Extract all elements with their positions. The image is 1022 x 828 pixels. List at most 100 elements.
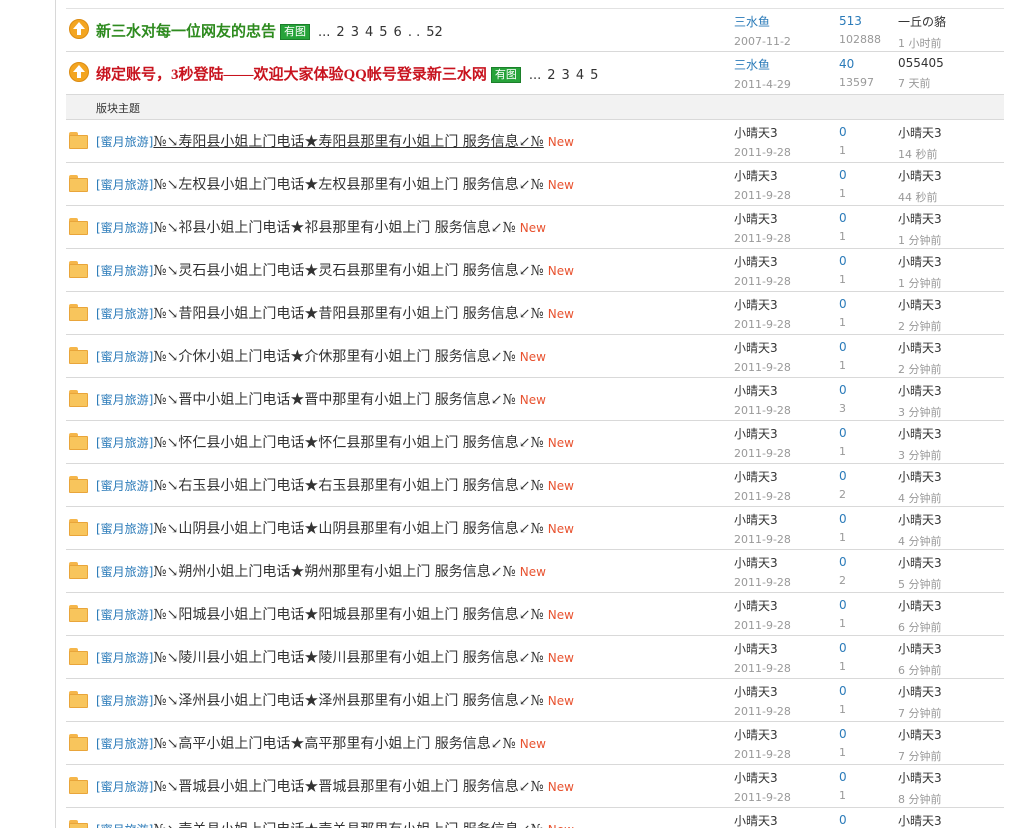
thread-title-link[interactable]: №↘灵石县小姐上门电话★灵石县那里有小姐上门 服务信息↙№ [153, 263, 543, 279]
reply-count[interactable]: 0 [839, 512, 847, 526]
author-name[interactable]: 三水鱼 [734, 15, 770, 29]
thread-category-link[interactable]: [蜜月旅游] [96, 350, 153, 364]
thread-row[interactable]: [蜜月旅游]№↘阳城县小姐上门电话★阳城县那里有小姐上门 服务信息↙№ New 小晴… [66, 593, 1004, 636]
thread-row[interactable]: [蜜月旅游]№↘昔阳县小姐上门电话★昔阳县那里有小姐上门 服务信息↙№ New 小晴… [66, 292, 1004, 335]
last-post-time[interactable]: 7 分钟前 [898, 748, 942, 764]
thread-category-link[interactable]: [蜜月旅游] [96, 694, 153, 708]
last-post-time[interactable]: 1 分钟前 [898, 232, 942, 248]
last-post-time[interactable]: 7 天前 [898, 75, 944, 91]
thread-title-link[interactable]: №↘昔阳县小姐上门电话★昔阳县那里有小姐上门 服务信息↙№ [153, 306, 543, 322]
last-post-user[interactable]: 小晴天3 [898, 556, 942, 570]
page-link[interactable]: 52 [426, 25, 443, 40]
thread-category-link[interactable]: [蜜月旅游] [96, 135, 153, 149]
page-link[interactable]: 2 [547, 68, 555, 83]
author-name[interactable]: 小晴天3 [734, 169, 778, 183]
thread-category-link[interactable]: [蜜月旅游] [96, 651, 153, 665]
author-name[interactable]: 小晴天3 [734, 599, 778, 613]
author-name[interactable]: 三水鱼 [734, 58, 770, 72]
last-post-time[interactable]: 7 分钟前 [898, 705, 942, 721]
last-post-time[interactable]: 2 分钟前 [898, 361, 942, 377]
reply-count[interactable]: 0 [839, 813, 847, 827]
last-post-user[interactable]: 小晴天3 [898, 513, 942, 527]
sticky-thread-row[interactable]: 绑定账号，3秒登陆——欢迎大家体验QQ帐号登录新三水网 有图... 2 3 4 5 三水鱼 2… [66, 52, 1004, 95]
reply-count[interactable]: 0 [839, 168, 847, 182]
page-link[interactable]: 6 [394, 25, 402, 40]
page-link[interactable]: 3 [351, 25, 359, 40]
page-link[interactable]: 3 [562, 68, 570, 83]
author-name[interactable]: 小晴天3 [734, 556, 778, 570]
author-name[interactable]: 小晴天3 [734, 341, 778, 355]
thread-row[interactable]: [蜜月旅游]№↘壶关县小姐上门电话★壶关县那里有小姐上门 服务信息↙№ New 小晴… [66, 808, 1004, 828]
last-post-time[interactable]: 4 分钟前 [898, 533, 942, 549]
last-post-time[interactable]: 44 秒前 [898, 189, 942, 205]
thread-title-link[interactable]: №↘寿阳县小姐上门电话★寿阳县那里有小姐上门 服务信息↙№ [153, 134, 543, 150]
thread-title-link[interactable]: №↘介休小姐上门电话★介休那里有小姐上门 服务信息↙№ [153, 349, 515, 365]
reply-count[interactable]: 0 [839, 770, 847, 784]
last-post-user[interactable]: 小晴天3 [898, 298, 942, 312]
author-name[interactable]: 小晴天3 [734, 513, 778, 527]
page-link[interactable]: 5 [379, 25, 387, 40]
reply-count[interactable]: 0 [839, 555, 847, 569]
thread-category-link[interactable]: [蜜月旅游] [96, 522, 153, 536]
sticky-thread-row[interactable]: 新三水对每一位网友的忠告 有图... 2 3 4 5 6 . . 52 三水鱼 2007-11-2 5… [66, 9, 1004, 52]
thread-title-link[interactable]: №↘晋城县小姐上门电话★晋城县那里有小姐上门 服务信息↙№ [153, 779, 543, 795]
last-post-time[interactable]: 6 分钟前 [898, 619, 942, 635]
last-post-user[interactable]: 小晴天3 [898, 599, 942, 613]
thread-row[interactable]: [蜜月旅游]№↘陵川县小姐上门电话★陵川县那里有小姐上门 服务信息↙№ New 小晴… [66, 636, 1004, 679]
thread-category-link[interactable]: [蜜月旅游] [96, 393, 153, 407]
last-post-user[interactable]: 055405 [898, 56, 944, 70]
thread-title-link[interactable]: №↘怀仁县小姐上门电话★怀仁县那里有小姐上门 服务信息↙№ [153, 435, 543, 451]
reply-count[interactable]: 0 [839, 125, 847, 139]
thread-row[interactable]: [蜜月旅游]№↘晋城县小姐上门电话★晋城县那里有小姐上门 服务信息↙№ New 小晴… [66, 765, 1004, 808]
reply-count[interactable]: 0 [839, 297, 847, 311]
last-post-time[interactable]: 1 小时前 [898, 35, 946, 51]
thread-category-link[interactable]: [蜜月旅游] [96, 307, 153, 321]
thread-row[interactable]: [蜜月旅游]№↘怀仁县小姐上门电话★怀仁县那里有小姐上门 服务信息↙№ New 小晴… [66, 421, 1004, 464]
last-post-time[interactable]: 6 分钟前 [898, 662, 942, 678]
last-post-time[interactable]: 3 分钟前 [898, 404, 942, 420]
page-link[interactable]: ... [529, 68, 541, 83]
thread-category-link[interactable]: [蜜月旅游] [96, 737, 153, 751]
reply-count[interactable]: 0 [839, 641, 847, 655]
thread-row[interactable]: [蜜月旅游]№↘祁县小姐上门电话★祁县那里有小姐上门 服务信息↙№ New 小晴天3… [66, 206, 1004, 249]
author-name[interactable]: 小晴天3 [734, 771, 778, 785]
reply-count[interactable]: 0 [839, 426, 847, 440]
last-post-user[interactable]: 小晴天3 [898, 642, 942, 656]
page-link[interactable]: . . [408, 25, 420, 40]
thread-category-link[interactable]: [蜜月旅游] [96, 436, 153, 450]
thread-category-link[interactable]: [蜜月旅游] [96, 608, 153, 622]
thread-category-link[interactable]: [蜜月旅游] [96, 565, 153, 579]
author-name[interactable]: 小晴天3 [734, 255, 778, 269]
thread-category-link[interactable]: [蜜月旅游] [96, 178, 153, 192]
author-name[interactable]: 小晴天3 [734, 298, 778, 312]
last-post-user[interactable]: 小晴天3 [898, 427, 942, 441]
last-post-user[interactable]: 小晴天3 [898, 470, 942, 484]
thread-category-link[interactable]: [蜜月旅游] [96, 264, 153, 278]
last-post-time[interactable]: 3 分钟前 [898, 447, 942, 463]
reply-count[interactable]: 0 [839, 383, 847, 397]
last-post-time[interactable]: 5 分钟前 [898, 576, 942, 592]
thread-title-link[interactable]: №↘右玉县小姐上门电话★右玉县那里有小姐上门 服务信息↙№ [153, 478, 543, 494]
last-post-user[interactable]: 小晴天3 [898, 126, 942, 140]
thread-category-link[interactable]: [蜜月旅游] [96, 780, 153, 794]
thread-title-link[interactable]: №↘陵川县小姐上门电话★陵川县那里有小姐上门 服务信息↙№ [153, 650, 543, 666]
author-name[interactable]: 小晴天3 [734, 212, 778, 226]
author-name[interactable]: 小晴天3 [734, 427, 778, 441]
page-link[interactable]: 4 [365, 25, 373, 40]
reply-count[interactable]: 0 [839, 469, 847, 483]
reply-count[interactable]: 40 [839, 57, 874, 71]
reply-count[interactable]: 0 [839, 598, 847, 612]
author-name[interactable]: 小晴天3 [734, 814, 778, 828]
thread-title-link[interactable]: №↘泽州县小姐上门电话★泽州县那里有小姐上门 服务信息↙№ [153, 693, 543, 709]
reply-count[interactable]: 0 [839, 254, 847, 268]
thread-title-link[interactable]: №↘高平小姐上门电话★高平那里有小姐上门 服务信息↙№ [153, 736, 515, 752]
last-post-time[interactable]: 2 分钟前 [898, 318, 942, 334]
thread-title-link[interactable]: 绑定账号，3秒登陆——欢迎大家体验QQ帐号登录新三水网 [96, 67, 487, 83]
thread-row[interactable]: [蜜月旅游]№↘左权县小姐上门电话★左权县那里有小姐上门 服务信息↙№ New 小晴… [66, 163, 1004, 206]
thread-title-link[interactable]: №↘祁县小姐上门电话★祁县那里有小姐上门 服务信息↙№ [153, 220, 515, 236]
last-post-time[interactable]: 4 分钟前 [898, 490, 942, 506]
page-link[interactable]: ... [318, 25, 330, 40]
last-post-user[interactable]: 小晴天3 [898, 771, 942, 785]
last-post-user[interactable]: 小晴天3 [898, 212, 942, 226]
reply-count[interactable]: 0 [839, 684, 847, 698]
